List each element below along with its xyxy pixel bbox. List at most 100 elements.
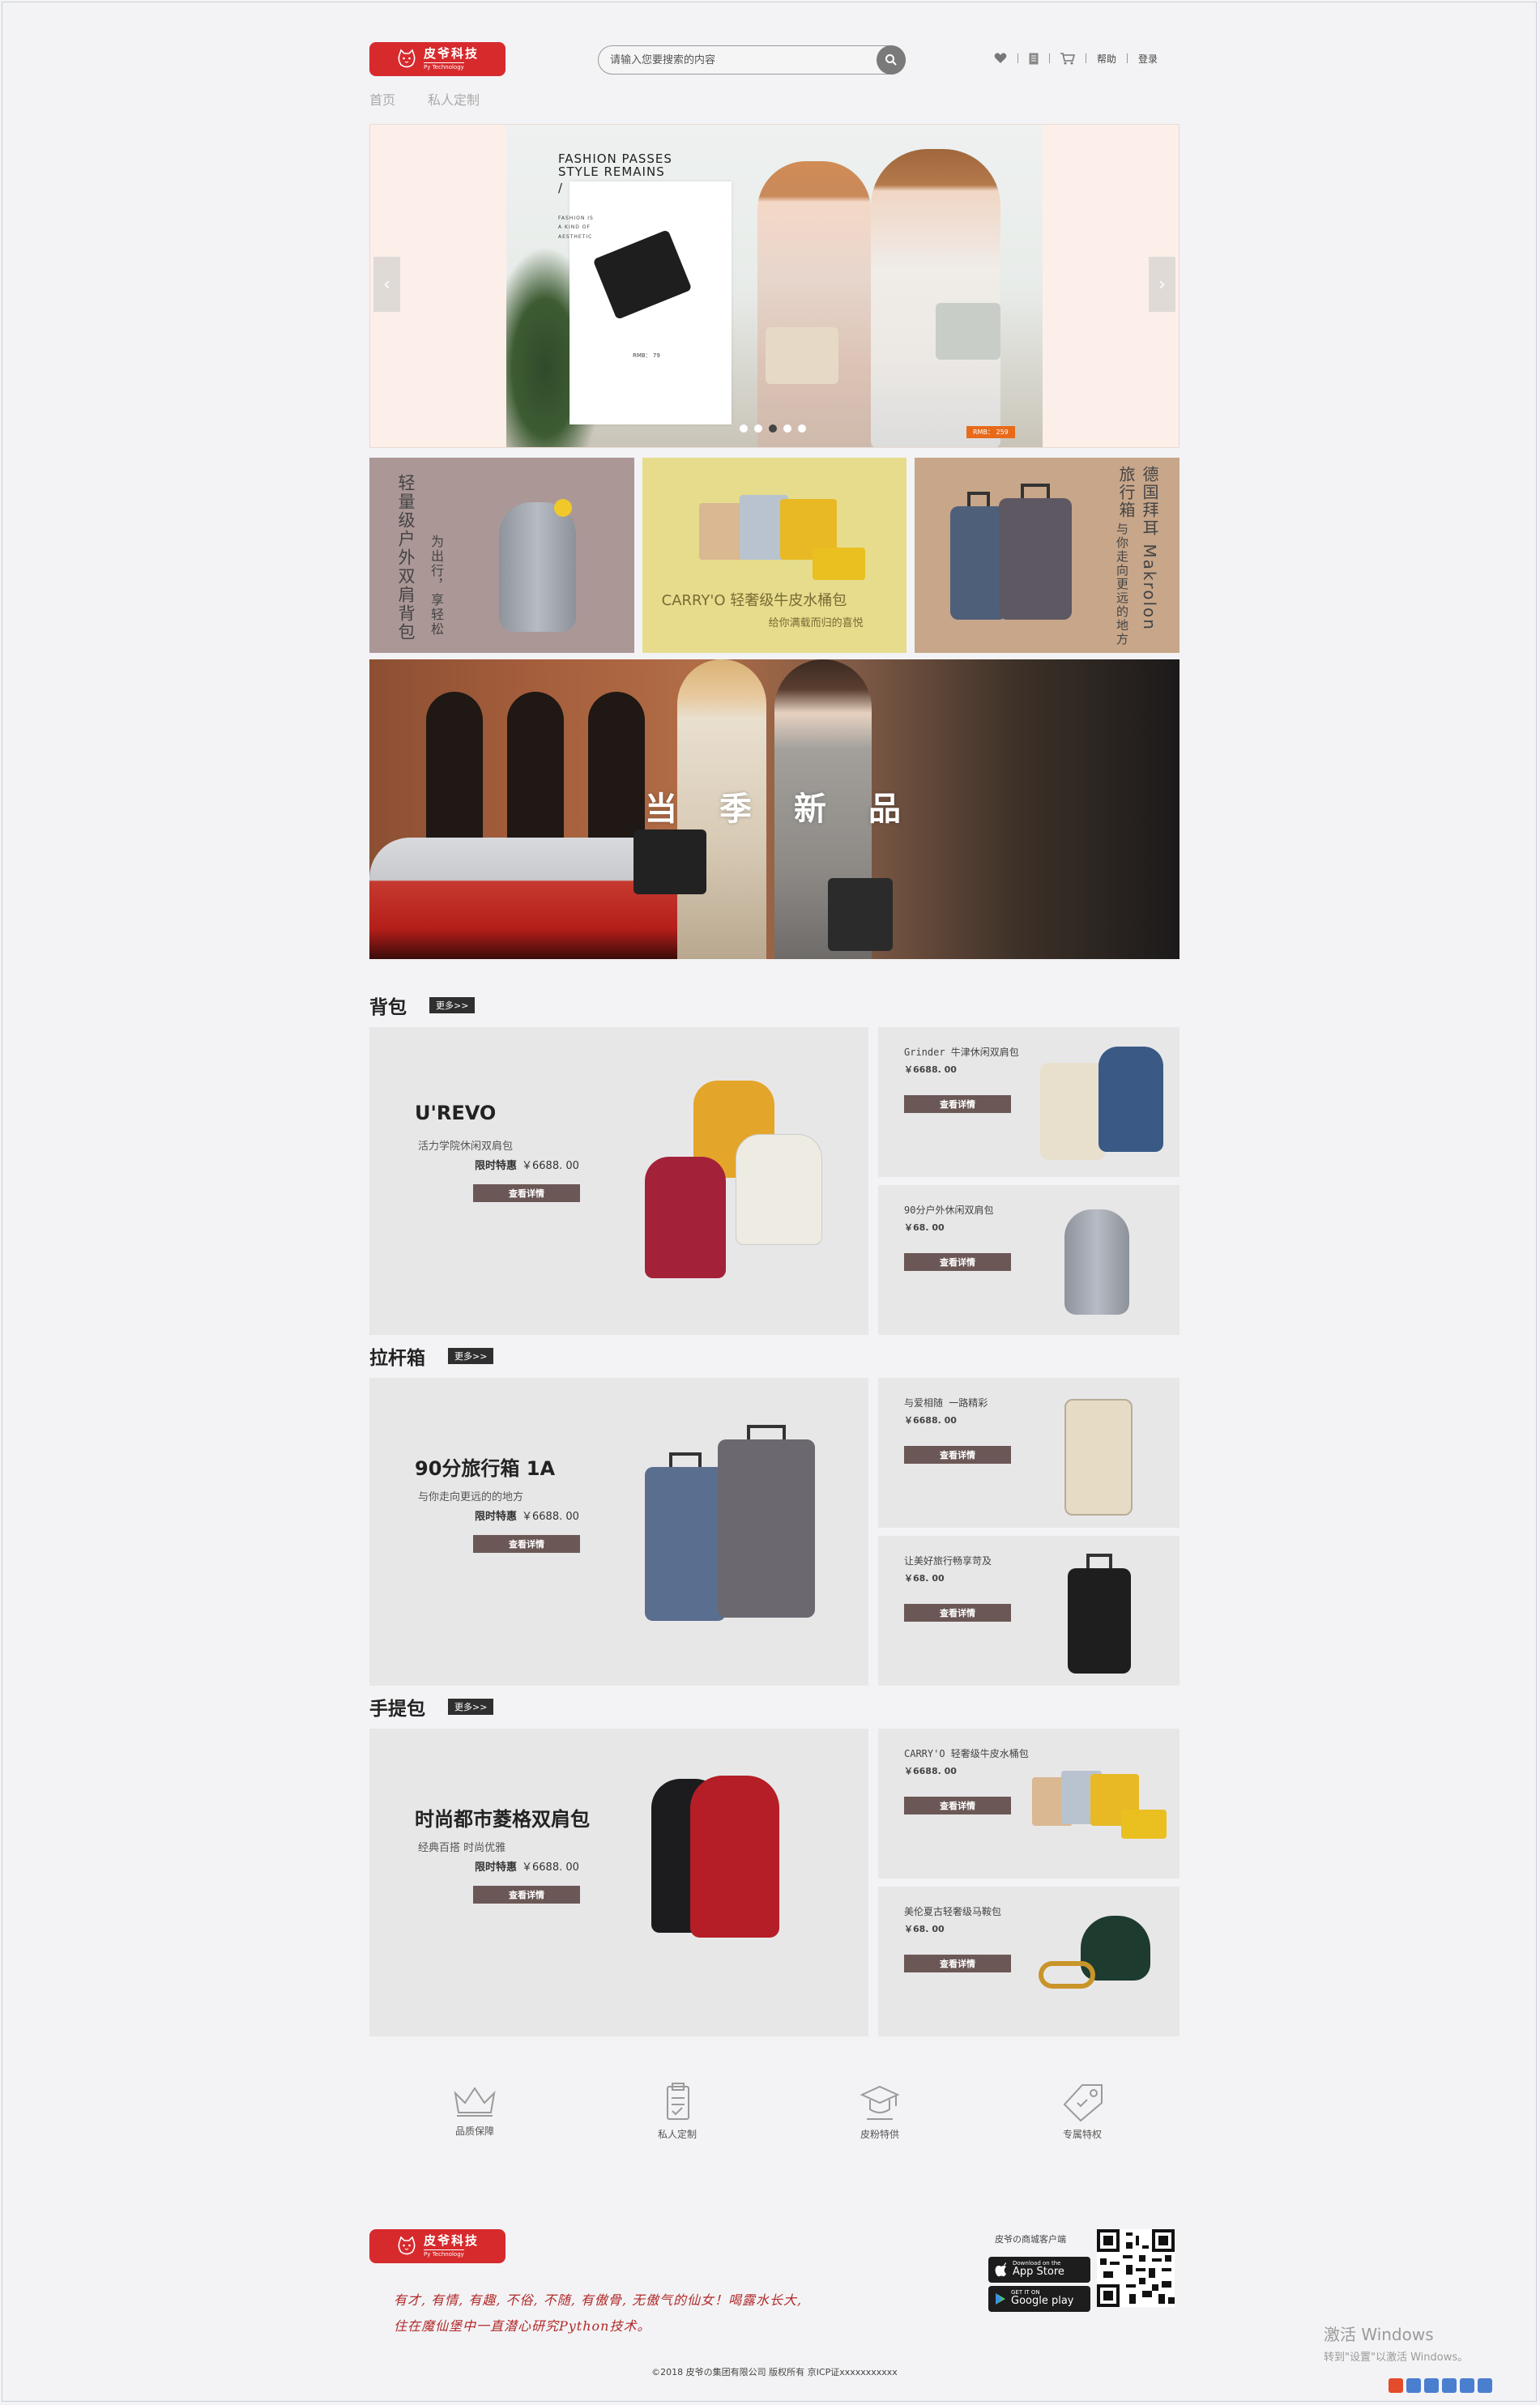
clipboard-icon (667, 2083, 689, 2120)
orders-button[interactable] (1018, 49, 1049, 67)
view-details-button[interactable]: 查看详情 (473, 1535, 580, 1553)
handbag-black (828, 878, 893, 951)
search-box (598, 45, 906, 75)
chevron-right-icon: › (1158, 274, 1166, 295)
product-name: 90分户外休闲双肩包 (904, 1205, 994, 1216)
featured-product-card[interactable]: 时尚都市菱格双肩包 经典百搭 时尚优雅 限时特惠 ￥6688. 00 查看详情 (369, 1729, 868, 2036)
product-card[interactable]: 美伦夏古轻奢级马鞍包 ￥68. 00 查看详情 (878, 1887, 1180, 2036)
feature-quality[interactable]: 品质保障 (426, 2082, 523, 2138)
brand-logo[interactable]: 皮爷科技 Py Technology (369, 42, 506, 76)
nav-item-custom[interactable]: 私人定制 (428, 89, 480, 110)
section-backpack: U'REVO 活力学院休闲双肩包 限时特惠 ￥6688. 00 查看详情 Grin… (369, 1027, 1180, 1335)
view-details-button[interactable]: 查看详情 (904, 1253, 1011, 1271)
promo-backpack[interactable]: 轻量级户外双肩背包 为出行，享轻松 (369, 458, 634, 653)
product-card[interactable]: 90分户外休闲双肩包 ￥68. 00 查看详情 (878, 1185, 1180, 1335)
heart-icon (994, 53, 1007, 63)
carousel-prev-button[interactable]: ‹ (373, 257, 400, 312)
backpack-blue (1098, 1047, 1163, 1152)
feature-label: 专属特权 (1062, 2129, 1102, 2140)
app-store-button[interactable]: Download on the App Store (988, 2257, 1090, 2283)
promo-title: 轻量级户外双肩背包 (396, 474, 416, 642)
view-details-button[interactable]: 查看详情 (904, 1797, 1011, 1814)
top-actions: 帮助 登录 (983, 49, 1168, 67)
promo-title: CARRY'O 轻奢级牛皮水桶包 (661, 592, 847, 609)
copyright: ©2018 皮爷の集团有限公司 版权所有 京ICP证xxxxxxxxxxx (651, 2367, 898, 2377)
product-card[interactable]: Grinder 牛津休闲双肩包 ￥6688. 00 查看详情 (878, 1027, 1180, 1177)
favorites-button[interactable] (983, 49, 1017, 67)
view-details-button[interactable]: 查看详情 (473, 1886, 580, 1904)
microphone-icon[interactable] (1442, 2378, 1457, 2393)
help-link[interactable]: 帮助 (1086, 49, 1127, 67)
skin-icon[interactable] (1460, 2378, 1474, 2393)
backpack-red (645, 1157, 726, 1278)
product-price: ￥68. 00 (904, 1573, 945, 1584)
feature-fans[interactable]: 皮粉特供 (831, 2082, 928, 2141)
slogan-line: 住在魔仙堡中一直潜心研究Python技术。 (394, 2318, 651, 2334)
hero-carousel: FASHION PASSES STYLE REMAINS / FASHION I… (369, 124, 1180, 448)
watermark-subtitle: 转到"设置"以激活 Windows。 (1324, 2352, 1469, 2364)
feature-privilege[interactable]: 专属特权 (1034, 2082, 1131, 2141)
carousel-dot[interactable] (783, 424, 791, 433)
clip-decoration (554, 499, 572, 517)
backpack-red (690, 1776, 779, 1938)
product-desc: 经典百搭 时尚优雅 (418, 1842, 506, 1854)
product-name: 90分旅行箱 1A (415, 1457, 556, 1480)
view-details-button[interactable]: 查看详情 (904, 1955, 1011, 1972)
carousel-dot-active[interactable] (769, 424, 777, 433)
view-details-button[interactable]: 查看详情 (473, 1184, 580, 1202)
section-suitcase: 90分旅行箱 1A 与你走向更远的的地方 限时特惠 ￥6688. 00 查看详情 … (369, 1378, 1180, 1686)
google-play-button[interactable]: GET IT ON Google play (988, 2286, 1090, 2312)
carousel-dot[interactable] (740, 424, 748, 433)
hero-slash: / (558, 180, 564, 195)
cart-button[interactable] (1050, 49, 1086, 67)
backpack-image (499, 499, 576, 632)
search-button[interactable] (877, 45, 906, 75)
carousel-next-button[interactable]: › (1149, 257, 1175, 312)
handbag-black (633, 829, 706, 894)
feature-custom[interactable]: 私人定制 (629, 2082, 726, 2141)
promo-subtitle: 为出行，享轻松 (429, 535, 444, 637)
carousel-dot[interactable] (798, 424, 806, 433)
bucket-bags-image (683, 487, 869, 592)
cat-icon (398, 2236, 416, 2255)
product-card[interactable]: 与爱相随 一路精彩 ￥6688. 00 查看详情 (878, 1378, 1180, 1528)
promo-label: 限时特惠 (475, 1511, 518, 1523)
hero-small-line: AESTHETIC (558, 233, 593, 240)
section-title: 手提包 (369, 1699, 425, 1720)
tools-icon[interactable] (1478, 2378, 1492, 2393)
backpack-gray (1064, 1209, 1129, 1315)
system-tray (1389, 2378, 1492, 2393)
brand-logo[interactable]: 皮爷科技 Py Technology (369, 2229, 506, 2263)
season-banner[interactable]: 当 季 新 品 (369, 659, 1180, 959)
more-button[interactable]: 更多>> (429, 997, 476, 1013)
app-store-big: App Store (1013, 2266, 1064, 2279)
view-details-button[interactable]: 查看详情 (904, 1095, 1011, 1113)
punctuation-icon[interactable] (1424, 2378, 1439, 2393)
brand-name: 皮爷科技 (423, 46, 479, 61)
promo-suitcase[interactable]: 德国拜耳 Makrolon 旅行箱 与你走向更远的地方 (915, 458, 1180, 653)
suitcase-gray (718, 1425, 815, 1618)
brand-sub: Py Technology (423, 62, 464, 70)
price-value: ￥6688. 00 (522, 1861, 579, 1874)
more-button[interactable]: 更多>> (448, 1348, 494, 1364)
promo-bucket-bag[interactable]: CARRY'O 轻奢级牛皮水桶包 给你满载而归的喜悦 (642, 458, 907, 653)
featured-product-card[interactable]: 90分旅行箱 1A 与你走向更远的的地方 限时特惠 ￥6688. 00 查看详情 (369, 1378, 868, 1686)
product-card[interactable]: 让美好旅行畅享苛及 ￥68. 00 查看详情 (878, 1536, 1180, 1686)
model-left (757, 161, 871, 447)
more-button[interactable]: 更多>> (448, 1699, 494, 1715)
search-input[interactable] (608, 46, 871, 74)
login-link[interactable]: 登录 (1128, 49, 1168, 67)
product-name: CARRY'O 轻奢级牛皮水桶包 (904, 1748, 1029, 1759)
backpack-cream (736, 1134, 822, 1245)
carousel-dot[interactable] (754, 424, 762, 433)
sogou-icon[interactable] (1389, 2378, 1403, 2393)
product-card[interactable]: CARRY'O 轻奢级牛皮水桶包 ￥6688. 00 查看详情 (878, 1729, 1180, 1878)
nav-item-home[interactable]: 首页 (369, 89, 395, 110)
featured-product-card[interactable]: U'REVO 活力学院休闲双肩包 限时特惠 ￥6688. 00 查看详情 (369, 1027, 868, 1335)
view-details-button[interactable]: 查看详情 (904, 1446, 1011, 1464)
slogan-line: 有才, 有情, 有趣, 不俗, 不随, 有傲骨, 无傲气的仙女！喝露水长大, (394, 2292, 803, 2308)
suitcase-gray (999, 484, 1073, 620)
suitcase-handle (747, 1425, 786, 1439)
view-details-button[interactable]: 查看详情 (904, 1604, 1011, 1622)
keyboard-icon[interactable] (1406, 2378, 1421, 2393)
